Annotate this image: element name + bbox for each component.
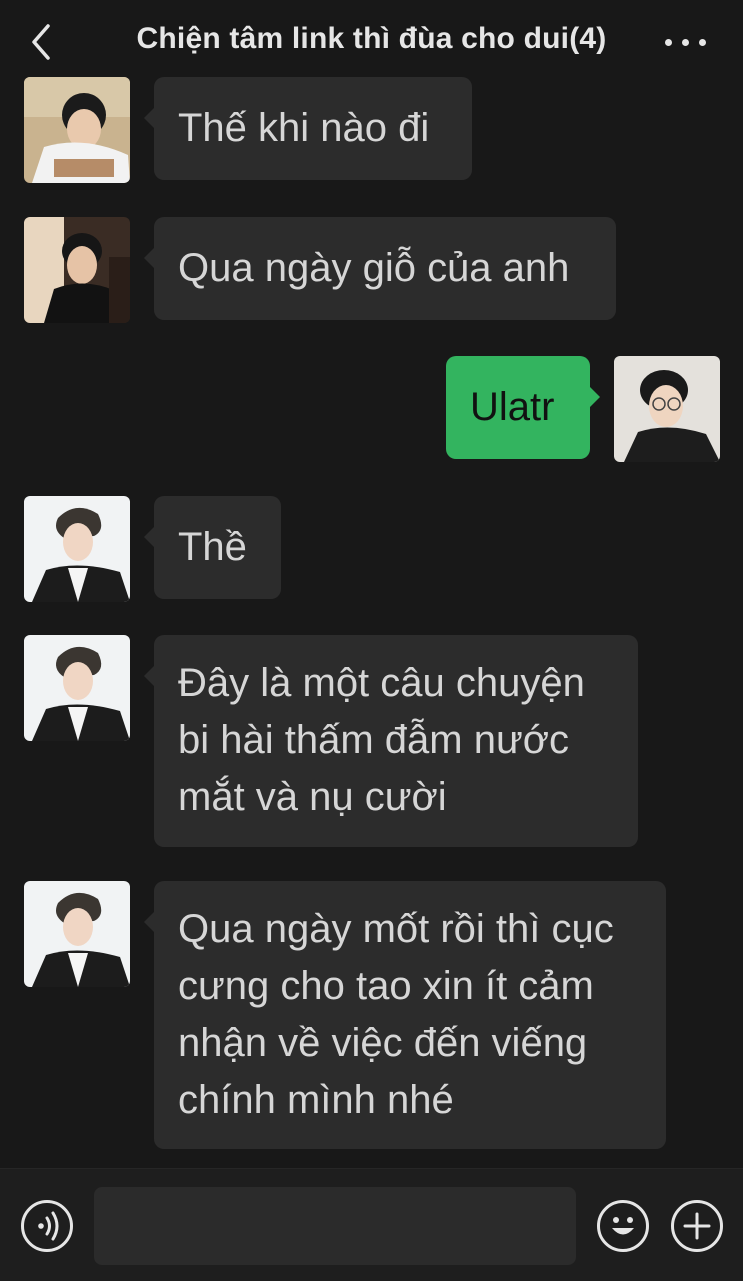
input-bar xyxy=(0,1168,743,1281)
message-bubble[interactable]: Thế khi nào đi xyxy=(144,77,472,180)
message-bubble[interactable]: Qua ngày giỗ của anh xyxy=(144,217,616,320)
avatar-member-3[interactable] xyxy=(24,635,130,741)
voice-icon xyxy=(38,1211,59,1241)
chevron-left-icon xyxy=(32,24,50,60)
back-button[interactable] xyxy=(22,22,62,62)
message-bubble[interactable]: Đây là một câu chuyện bi hài thấm đẫm nư… xyxy=(144,635,638,847)
voice-button[interactable] xyxy=(21,1200,73,1252)
message-bubble[interactable]: Thề xyxy=(144,496,281,599)
avatar-member-2[interactable] xyxy=(24,217,130,323)
avatar-member-3[interactable] xyxy=(24,881,130,987)
more-button[interactable] xyxy=(665,28,709,56)
avatar-member-1[interactable] xyxy=(24,77,130,183)
plus-button[interactable] xyxy=(671,1200,723,1252)
chat-title: Chiện tâm link thì đùa cho dui(4) xyxy=(136,22,607,55)
emoji-icon xyxy=(612,1217,634,1235)
message-bubble[interactable]: Qua ngày mốt rồi thì cục cưng cho tao xi… xyxy=(144,881,666,1149)
chat-screen: Chiện tâm link thì đùa cho dui(4) Thế kh… xyxy=(0,0,743,1281)
avatar-self[interactable] xyxy=(614,356,720,462)
emoji-button[interactable] xyxy=(597,1200,649,1252)
plus-icon xyxy=(683,1212,711,1240)
chat-header: Chiện tâm link thì đùa cho dui(4) xyxy=(0,0,743,86)
message-input[interactable] xyxy=(94,1187,576,1265)
message-bubble[interactable]: Ulatr xyxy=(446,356,600,459)
avatar-member-3[interactable] xyxy=(24,496,130,602)
